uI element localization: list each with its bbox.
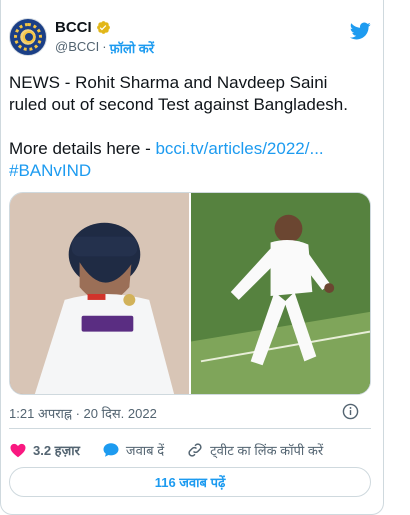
tweet-line-news: NEWS - Rohit Sharma and Navdeep Saini ru…: [9, 73, 348, 114]
divider: [9, 428, 371, 429]
name-row: BCCI: [55, 19, 111, 36]
tweet-line-details: More details here - bcci.tv/articles/202…: [9, 138, 369, 160]
like-button[interactable]: 3.2 हज़ार: [9, 441, 80, 459]
heart-icon: [10, 443, 26, 458]
like-count: 3.2 हज़ार: [33, 443, 80, 458]
handle-row: @BCCI · फ़ॉलो करें: [55, 39, 154, 57]
article-link[interactable]: bcci.tv/articles/2022/...: [155, 139, 323, 158]
reply-bubble-icon: [103, 443, 119, 457]
tweet-header: BCCI @BCCI · फ़ॉलो करें: [9, 16, 379, 60]
handle[interactable]: @BCCI: [55, 39, 99, 57]
tweet-timestamp[interactable]: 1:21 अपराह्न · 20 दिस. 2022: [9, 404, 157, 422]
display-name[interactable]: BCCI: [55, 19, 92, 36]
reply-label: जवाब दें: [125, 443, 165, 458]
details-prefix: More details here -: [9, 139, 156, 158]
copy-link-label: ट्वीट का लिंक कॉपी करें: [210, 443, 324, 458]
photo-navdeep-saini[interactable]: [191, 193, 370, 394]
tweet-text: NEWS - Rohit Sharma and Navdeep Saini ru…: [9, 72, 369, 182]
tweet-media: [9, 192, 371, 395]
reply-button[interactable]: जवाब दें: [102, 441, 164, 459]
read-replies-button[interactable]: 116 जवाब पढ़ें: [9, 467, 371, 497]
twitter-bird-icon[interactable]: [349, 20, 371, 42]
copy-link-button[interactable]: ट्वीट का लिंक कॉपी करें: [186, 441, 323, 459]
separator: ·: [102, 39, 107, 54]
tweet-card: BCCI @BCCI · फ़ॉलो करें NEWS - Rohit Sha…: [0, 0, 384, 515]
hashtag-link[interactable]: #BANvIND: [9, 161, 91, 180]
info-icon[interactable]: [342, 403, 359, 420]
photo-rohit-sharma[interactable]: [10, 193, 189, 394]
follow-button[interactable]: फ़ॉलो करें: [110, 39, 154, 57]
bcci-avatar[interactable]: [9, 18, 47, 56]
tweet-actions: 3.2 हज़ार जवाब दें ट्वीट का लिंक कॉपी कर…: [9, 440, 345, 460]
link-icon: [188, 443, 202, 457]
verified-badge-icon: [96, 21, 110, 34]
